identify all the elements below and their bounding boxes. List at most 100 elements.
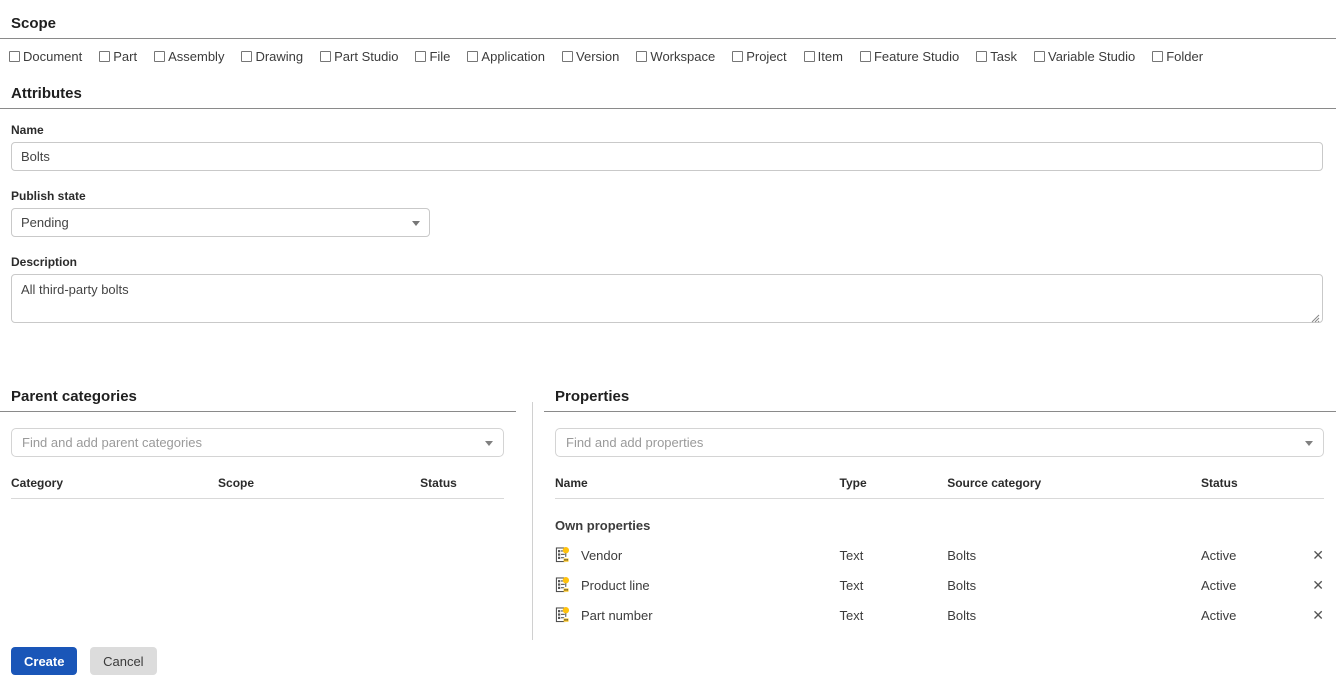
attributes-heading: Attributes xyxy=(11,85,82,102)
column-header: Source category xyxy=(947,462,1201,499)
cell-type: Text xyxy=(839,607,864,623)
name-field-label: Name xyxy=(11,123,44,137)
scope-checkbox-item[interactable]: Item xyxy=(803,49,843,64)
scope-checkbox-item[interactable]: Task xyxy=(976,49,1017,64)
scope-checkbox-item[interactable]: Version xyxy=(562,49,619,64)
column-header: Status xyxy=(1200,462,1286,499)
scope-checkbox[interactable] xyxy=(320,51,332,62)
cell-source-category: Bolts xyxy=(947,547,977,563)
scope-checkbox-row: Document Part Assembly Drawing Part Studio Fi… xyxy=(0,39,1336,64)
scope-checkbox-item[interactable]: Feature Studio xyxy=(859,49,960,64)
scope-checkbox-label: Variable Studio xyxy=(1047,49,1136,64)
cell-status: Active xyxy=(1200,547,1237,563)
scope-checkbox[interactable] xyxy=(803,51,815,62)
scope-checkbox[interactable] xyxy=(467,51,479,62)
scope-checkbox[interactable] xyxy=(636,51,648,62)
cell-remove: ✕ xyxy=(1286,600,1324,630)
name-input[interactable] xyxy=(11,142,1323,171)
scope-checkbox-label: Item xyxy=(817,49,843,64)
cell-remove: ✕ xyxy=(1286,540,1324,570)
footer-bar: Create Cancel xyxy=(0,647,1336,694)
scope-checkbox[interactable] xyxy=(9,51,20,62)
publish-state-value[interactable] xyxy=(11,208,430,237)
scope-checkbox-item[interactable]: Project xyxy=(732,49,787,64)
remove-property-icon[interactable]: ✕ xyxy=(1312,578,1324,592)
cell-status: Active xyxy=(1200,607,1237,623)
property-name-wrapper: Product line xyxy=(555,577,840,593)
parent-categories-table: Category Scope Status xyxy=(11,462,504,499)
column-header: Status xyxy=(420,462,504,499)
scope-checkbox[interactable] xyxy=(562,51,574,62)
cell-status: Active xyxy=(1200,577,1237,593)
scope-checkbox-item[interactable]: Application xyxy=(467,49,545,64)
cell-source-category: Bolts xyxy=(947,607,977,623)
scope-checkbox-label: Project xyxy=(746,49,787,64)
cell-type: Text xyxy=(839,577,864,593)
scope-checkbox-item[interactable]: Part Studio xyxy=(320,49,398,64)
cell-property-name: Product line xyxy=(555,570,840,600)
scope-checkbox-label: Feature Studio xyxy=(873,49,960,64)
scope-checkbox-label: Part Studio xyxy=(334,49,399,64)
panels-container: Parent categories CategoryScopeStatus Pr… xyxy=(0,388,1336,646)
panel-vertical-divider xyxy=(532,402,533,640)
cancel-button[interactable]: Cancel xyxy=(90,647,157,675)
remove-property-icon[interactable]: ✕ xyxy=(1312,548,1324,562)
publish-state-label: Publish state xyxy=(11,189,86,203)
scope-checkbox[interactable] xyxy=(859,51,871,62)
table-header-row: Name Type Source category Status xyxy=(555,462,1324,499)
scope-checkbox[interactable] xyxy=(241,51,253,62)
property-name-label: Part number xyxy=(581,607,653,623)
properties-group-label: Own properties xyxy=(555,517,651,533)
scope-checkbox-label: Version xyxy=(576,49,620,64)
scope-checkbox-item[interactable]: Part xyxy=(99,49,137,64)
scope-checkbox[interactable] xyxy=(99,51,111,62)
scope-checkbox-label: Folder xyxy=(1166,49,1204,64)
column-header: Type xyxy=(839,462,948,499)
scope-checkbox-label: Part xyxy=(113,49,138,64)
remove-property-icon[interactable]: ✕ xyxy=(1312,608,1324,622)
properties-search-input[interactable] xyxy=(555,428,1324,457)
table-row[interactable]: Product line Text Bolts Active ✕ xyxy=(555,570,1324,600)
scope-checkbox-label: Document xyxy=(23,49,83,64)
attributes-section: Attributes Name Publish state Descriptio… xyxy=(0,64,1336,326)
property-name-label: Product line xyxy=(581,577,650,593)
table-row[interactable]: Part number Text Bolts Active ✕ xyxy=(555,600,1324,630)
column-header: Scope xyxy=(218,462,421,499)
scope-checkbox-item[interactable]: Workspace xyxy=(636,49,715,64)
property-text-icon xyxy=(555,547,570,563)
scope-section: Scope Document Part Assembly Drawing Part St… xyxy=(0,0,1336,64)
description-input[interactable] xyxy=(11,274,1323,323)
scope-checkbox[interactable] xyxy=(976,51,988,62)
column-header: Name xyxy=(555,462,840,499)
create-button[interactable]: Create xyxy=(11,647,78,675)
scope-checkbox-label: Workspace xyxy=(650,49,716,64)
table-row[interactable]: Vendor Text Bolts Active ✕ xyxy=(555,540,1324,570)
properties-table: Name Type Source category Status Own proper… xyxy=(555,462,1324,630)
description-field-label: Description xyxy=(11,255,78,269)
cell-remove: ✕ xyxy=(1286,570,1324,600)
properties-table-body: Own properties Vendor Text Bolts Active ✕ Prod… xyxy=(555,499,1324,631)
scope-checkbox-item[interactable]: Assembly xyxy=(154,49,224,64)
scope-checkbox-item[interactable]: File xyxy=(415,49,450,64)
properties-group-row: Own properties xyxy=(555,499,1324,541)
scope-checkbox-label: Task xyxy=(990,49,1017,64)
scope-checkbox[interactable] xyxy=(732,51,744,62)
scope-checkbox-item[interactable]: Document xyxy=(9,49,82,64)
scope-checkbox[interactable] xyxy=(415,51,427,62)
publish-state-select[interactable] xyxy=(11,208,430,237)
scope-checkbox-item[interactable]: Drawing xyxy=(241,49,303,64)
property-name-wrapper: Part number xyxy=(555,607,840,623)
cell-property-name: Part number xyxy=(555,600,840,630)
column-header-actions xyxy=(1285,462,1324,499)
table-header-row: Category Scope Status xyxy=(11,462,504,499)
scope-checkbox[interactable] xyxy=(1033,51,1045,62)
scope-checkbox-item[interactable]: Variable Studio xyxy=(1033,49,1136,64)
cell-source-category: Bolts xyxy=(947,577,977,593)
scope-checkbox[interactable] xyxy=(1152,51,1164,62)
parent-categories-search-input[interactable] xyxy=(11,428,504,457)
scope-heading: Scope xyxy=(11,15,57,32)
scope-checkbox-item[interactable]: Folder xyxy=(1152,49,1203,64)
scope-checkbox[interactable] xyxy=(154,51,166,62)
cell-property-name: Vendor xyxy=(555,540,840,570)
column-header: Category xyxy=(11,462,219,499)
